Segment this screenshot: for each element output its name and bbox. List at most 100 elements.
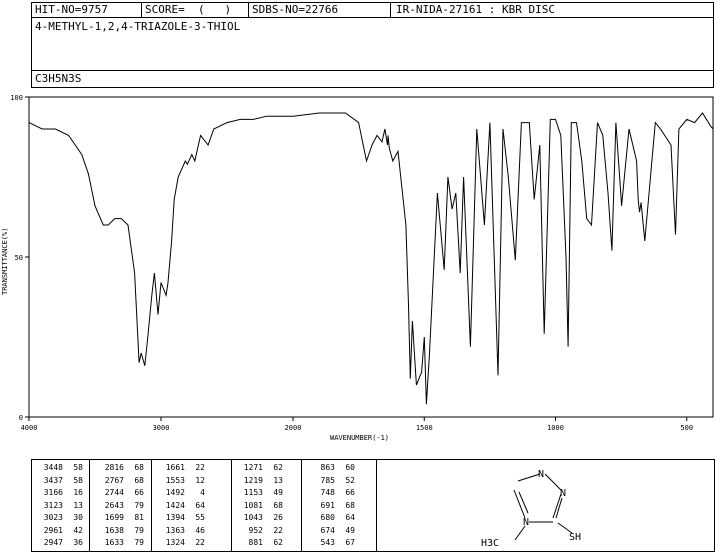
- peak-transmittance: 22: [195, 538, 205, 547]
- peak-wavenumber: 3123: [43, 500, 63, 510]
- y-axis-label: TRANSMITTANCE(%): [1, 228, 9, 295]
- peak-column-divider: [301, 459, 302, 551]
- peak-transmittance: 79: [134, 525, 144, 535]
- peak-transmittance: 52: [345, 475, 355, 485]
- y-tick-label: 50: [15, 254, 23, 262]
- peak-entry: 3448 58: [37, 463, 83, 473]
- peak-wavenumber: 1081: [243, 500, 263, 510]
- peak-wavenumber: 1633: [104, 538, 124, 547]
- peak-transmittance: 30: [73, 513, 83, 522]
- peak-entry: 881 62: [237, 538, 283, 548]
- peak-entry: 748 66: [309, 488, 355, 498]
- peak-wavenumber: 680: [320, 513, 335, 522]
- peak-entry: 1043 26: [237, 513, 283, 523]
- methyl-group: H3C: [481, 538, 499, 549]
- peak-wavenumber: 1661: [165, 463, 185, 472]
- peak-wavenumber: 1424: [165, 500, 185, 510]
- peak-entry: 952 22: [237, 526, 283, 536]
- peak-entry: 2816 68: [98, 463, 144, 473]
- peak-entry: 1363 46: [159, 526, 205, 536]
- peak-wavenumber: 1043: [243, 513, 263, 522]
- peak-entry: 1153 49: [237, 488, 283, 498]
- peak-transmittance: 64: [345, 513, 355, 522]
- peak-entry: 1324 22: [159, 538, 205, 548]
- peak-entry: 1394 55: [159, 513, 205, 523]
- peak-transmittance: 4: [200, 488, 205, 497]
- peak-transmittance: 68: [134, 475, 144, 485]
- peak-entry: 3123 13: [37, 501, 83, 511]
- peak-column-divider: [231, 459, 232, 551]
- peak-wavenumber: 2947: [43, 538, 63, 547]
- ring-n-right: N: [560, 488, 566, 499]
- peak-column-divider: [376, 459, 377, 551]
- peak-entry: 863 60: [309, 463, 355, 473]
- peak-wavenumber: 1153: [243, 488, 263, 497]
- peak-transmittance: 55: [195, 513, 205, 522]
- peak-entry: 1424 64: [159, 501, 205, 511]
- peak-entry: 1638 79: [98, 526, 144, 536]
- peak-entry: 1219 13: [237, 476, 283, 486]
- peak-entry: 2947 36: [37, 538, 83, 548]
- peak-transmittance: 81: [134, 513, 144, 522]
- peak-wavenumber: 3437: [43, 475, 63, 485]
- peak-column-divider: [89, 459, 90, 551]
- peak-entry: 3166 16: [37, 488, 83, 498]
- peak-wavenumber: 1271: [243, 463, 263, 472]
- peak-wavenumber: 952: [248, 525, 263, 535]
- peak-entry: 3023 30: [37, 513, 83, 523]
- peak-wavenumber: 785: [320, 475, 335, 485]
- peak-wavenumber: 1553: [165, 475, 185, 485]
- peak-transmittance: 68: [134, 463, 144, 472]
- peak-entry: 543 67: [309, 538, 355, 548]
- peak-column-divider: [151, 459, 152, 551]
- x-tick-label: 500: [680, 424, 693, 432]
- peak-transmittance: 26: [273, 513, 283, 522]
- peak-wavenumber: 1394: [165, 513, 185, 522]
- peak-transmittance: 62: [273, 538, 283, 547]
- peak-transmittance: 66: [345, 488, 355, 497]
- spectrum-line: [28, 112, 714, 405]
- peak-transmittance: 42: [73, 525, 83, 535]
- peak-entry: 691 68: [309, 501, 355, 511]
- peak-transmittance: 46: [195, 525, 205, 535]
- peak-wavenumber: 863: [320, 463, 335, 472]
- peak-transmittance: 16: [73, 488, 83, 497]
- peak-entry: 2643 79: [98, 501, 144, 511]
- peak-transmittance: 12: [195, 475, 205, 485]
- peak-transmittance: 13: [273, 475, 283, 485]
- x-axis-label: WAVENUMBER(-1): [330, 434, 389, 442]
- peak-entry: 680 64: [309, 513, 355, 523]
- peak-entry: 1553 12: [159, 476, 205, 486]
- peak-entry: 1492 4: [159, 488, 205, 498]
- peak-transmittance: 49: [345, 525, 355, 535]
- peak-transmittance: 68: [273, 500, 283, 510]
- peak-entry: 2961 42: [37, 526, 83, 536]
- peak-wavenumber: 1638: [104, 525, 124, 535]
- peak-transmittance: 67: [345, 538, 355, 547]
- peak-entry: 2767 68: [98, 476, 144, 486]
- peak-wavenumber: 1363: [165, 525, 185, 535]
- y-tick-label: 100: [10, 94, 23, 102]
- peak-entry: 3437 58: [37, 476, 83, 486]
- peak-transmittance: 68: [345, 500, 355, 510]
- plot-frame: [28, 96, 714, 418]
- peak-transmittance: 22: [273, 525, 283, 535]
- peak-wavenumber: 1219: [243, 475, 263, 485]
- peak-entry: 785 52: [309, 476, 355, 486]
- x-tick-label: 2000: [285, 424, 302, 432]
- peak-wavenumber: 3448: [43, 463, 63, 472]
- peak-wavenumber: 881: [248, 538, 263, 547]
- peak-entry: 1271 62: [237, 463, 283, 473]
- peak-wavenumber: 2961: [43, 525, 63, 535]
- peak-entry: 674 49: [309, 526, 355, 536]
- peak-entry: 1081 68: [237, 501, 283, 511]
- peak-transmittance: 22: [195, 463, 205, 472]
- peak-transmittance: 58: [73, 463, 83, 472]
- peak-transmittance: 36: [73, 538, 83, 547]
- thiol-group: SH: [569, 532, 581, 543]
- peak-wavenumber: 1492: [165, 488, 185, 497]
- ir-spectrum-chart: 4000 3000 2000 1500 1000 500 0 50 100 TRANSMITTA…: [1, 94, 714, 442]
- x-tick-label: 3000: [153, 424, 170, 432]
- ring-n-top: N: [538, 469, 544, 480]
- peak-transmittance: 13: [73, 500, 83, 510]
